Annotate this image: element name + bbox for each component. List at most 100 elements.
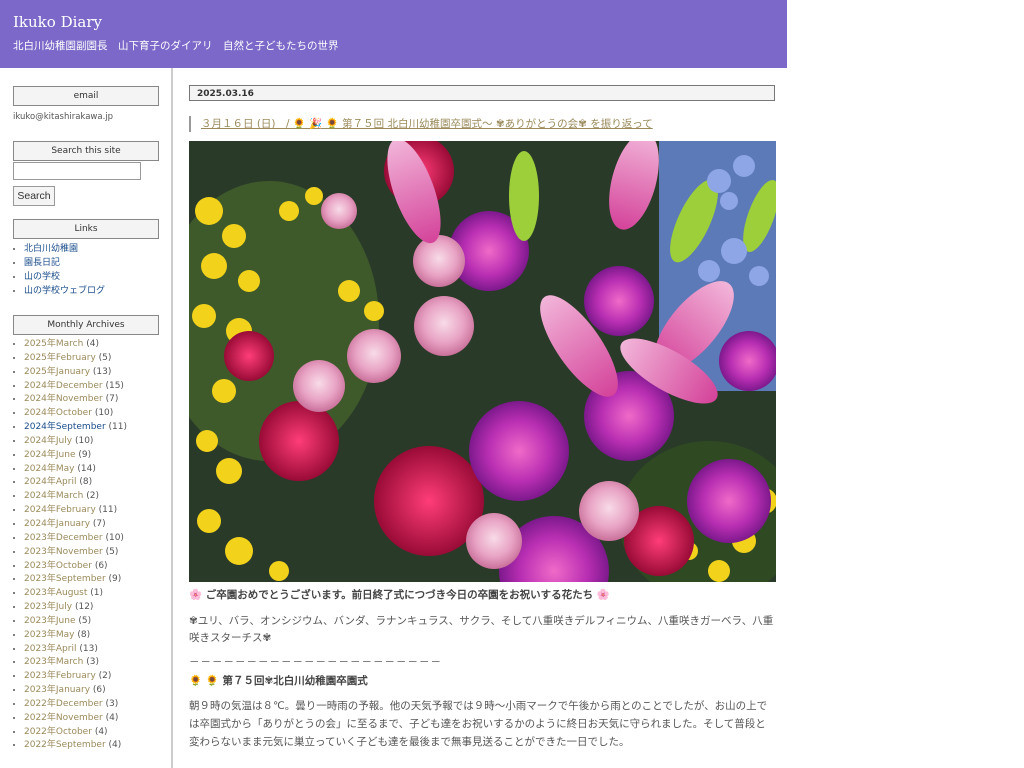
archive-link[interactable]: 2023年July [24, 602, 72, 612]
archive-item: 2023年December (10) [24, 532, 127, 546]
archive-count: (8) [77, 629, 91, 640]
archive-link[interactable]: 2023年April [24, 644, 76, 654]
email-heading: email [13, 86, 159, 106]
archive-link[interactable]: 2025年January [24, 367, 90, 377]
archive-count: (3) [86, 657, 99, 668]
archive-count: (1) [90, 588, 104, 599]
photo-caption: 🌸 ご卒園おめでとうございます。前日終了式につづき今日の卒園をお祝いする花たち … [189, 589, 610, 601]
archive-link[interactable]: 2023年May [24, 630, 75, 640]
archive-item: 2023年November (5) [24, 546, 127, 560]
archive-link[interactable]: 2024年November [24, 394, 103, 404]
archive-count: (5) [78, 615, 92, 626]
archive-link[interactable]: 2023年October [24, 561, 92, 571]
archive-link[interactable]: 2025年February [24, 353, 96, 363]
archive-item: 2023年February (2) [24, 670, 127, 684]
archive-link[interactable]: 2023年November [24, 547, 103, 557]
archive-count: (6) [92, 685, 106, 696]
archive-link[interactable]: 2022年September [24, 740, 106, 750]
archive-link[interactable]: 2022年December [24, 699, 103, 709]
divider-line: －－－－－－－－－－－－－－－－－－－－－－ [189, 656, 442, 668]
archive-count: (5) [98, 352, 112, 363]
archive-link[interactable]: 2023年September [24, 574, 106, 584]
archive-count: (9) [78, 449, 92, 460]
search-heading: Search this site [13, 141, 159, 161]
archive-item: 2024年June (9) [24, 449, 127, 463]
archive-item: 2024年December (15) [24, 380, 127, 394]
archive-item: 2024年November (7) [24, 393, 127, 407]
flower-photo[interactable] [189, 141, 776, 582]
archive-count: (4) [94, 726, 108, 737]
archive-count: (9) [108, 574, 122, 585]
archive-link[interactable]: 2024年January [24, 519, 90, 529]
archive-count: (11) [108, 422, 128, 433]
archive-count: (11) [98, 505, 118, 516]
archive-item: 2023年April (13) [24, 643, 127, 657]
archive-count: (13) [79, 643, 98, 654]
archive-item: 2024年July (10) [24, 435, 127, 449]
site-title[interactable]: Ikuko Diary [13, 13, 102, 31]
archive-item: 2024年March (2) [24, 490, 127, 504]
archive-item: 2024年May (14) [24, 463, 127, 477]
archives-heading: Monthly Archives [13, 315, 159, 335]
archive-item: 2023年October (6) [24, 560, 127, 574]
archive-count: (4) [108, 740, 122, 751]
archive-item: 2022年November (4) [24, 712, 127, 726]
archive-link[interactable]: 2024年July [24, 436, 72, 446]
search-input[interactable] [13, 162, 141, 180]
archive-link[interactable]: 2024年October [24, 408, 92, 418]
archive-item: 2024年February (11) [24, 504, 127, 518]
archive-item: 2025年January (13) [24, 366, 127, 380]
archive-count: (8) [79, 477, 93, 488]
archive-link[interactable]: 2024年May [24, 464, 75, 474]
archive-link[interactable]: 2023年June [24, 616, 76, 626]
archive-item: 2024年April (8) [24, 476, 127, 490]
archive-item: 2025年February (5) [24, 352, 127, 366]
archive-count: (2) [98, 671, 112, 682]
archive-item: 2023年August (1) [24, 587, 127, 601]
archive-link[interactable]: 2022年November [24, 713, 103, 723]
archive-link[interactable]: 2023年August [24, 588, 87, 598]
archive-link[interactable]: 2024年March [24, 491, 83, 501]
main-content: 2025.03.16 ３月１６日 (日) / 🌻 🎉 🌻 第７５回 北白川幼稚園… [173, 68, 787, 768]
archive-link[interactable]: 2024年June [24, 450, 76, 460]
archive-item: 2022年December (3) [24, 698, 127, 712]
archive-count: (15) [105, 380, 124, 391]
archive-list: 2025年March (4)2025年February (5)2025年Janu… [13, 338, 127, 753]
archive-item: 2023年June (5) [24, 615, 127, 629]
link-director-diary[interactable]: 園長日記 [24, 258, 60, 268]
links-list: 北白川幼稚園 園長日記 山の学校 山の学校ウェブログ [13, 242, 105, 298]
archive-count: (12) [74, 602, 94, 613]
archive-count: (10) [74, 435, 94, 446]
email-address: ikuko@kitashirakawa.jp [13, 112, 114, 122]
archive-item: 2025年March (4) [24, 338, 127, 352]
archive-link[interactable]: 2023年March [24, 657, 83, 667]
archive-item: 2023年March (3) [24, 656, 127, 670]
search-button[interactable]: Search [13, 186, 55, 206]
archive-count: (7) [105, 394, 119, 405]
archive-link[interactable]: 2024年April [24, 477, 76, 487]
archive-count: (4) [105, 712, 119, 723]
archive-link[interactable]: 2024年February [24, 505, 96, 515]
archive-link[interactable]: 2023年January [24, 685, 90, 695]
list-item: 山の学校 [24, 270, 105, 284]
entry-body: 朝９時の気温は８℃。曇り一時雨の予報。他の天気予報では９時～小雨マークで午後から… [189, 700, 768, 748]
archive-item: 2022年September (4) [24, 739, 127, 753]
archive-count: (2) [86, 491, 99, 502]
archive-link[interactable]: 2022年October [24, 727, 92, 737]
link-kindergarten[interactable]: 北白川幼稚園 [24, 244, 78, 254]
archive-count: (13) [92, 366, 112, 377]
site-tagline: 北白川幼稚園副園長 山下育子のダイアリ 自然と子どもたちの世界 [13, 40, 339, 52]
archive-link[interactable]: 2025年March [24, 339, 83, 349]
archive-link[interactable]: 2023年December [24, 533, 103, 543]
archive-link[interactable]: 2024年December [24, 381, 103, 391]
archive-count: (3) [105, 698, 119, 709]
archive-count: (10) [94, 408, 114, 419]
list-item: 北白川幼稚園 [24, 242, 105, 256]
link-mountain-school-blog[interactable]: 山の学校ウェブログ [24, 286, 105, 296]
archive-link[interactable]: 2023年February [24, 671, 96, 681]
archive-item: 2023年July (12) [24, 601, 127, 615]
archive-link[interactable]: 2024年September [24, 422, 106, 432]
archive-count: (7) [92, 518, 106, 529]
link-mountain-school[interactable]: 山の学校 [24, 272, 60, 282]
entry-title-link[interactable]: ３月１６日 (日) / 🌻 🎉 🌻 第７５回 北白川幼稚園卒園式～ ✾ありがとう… [189, 116, 653, 132]
